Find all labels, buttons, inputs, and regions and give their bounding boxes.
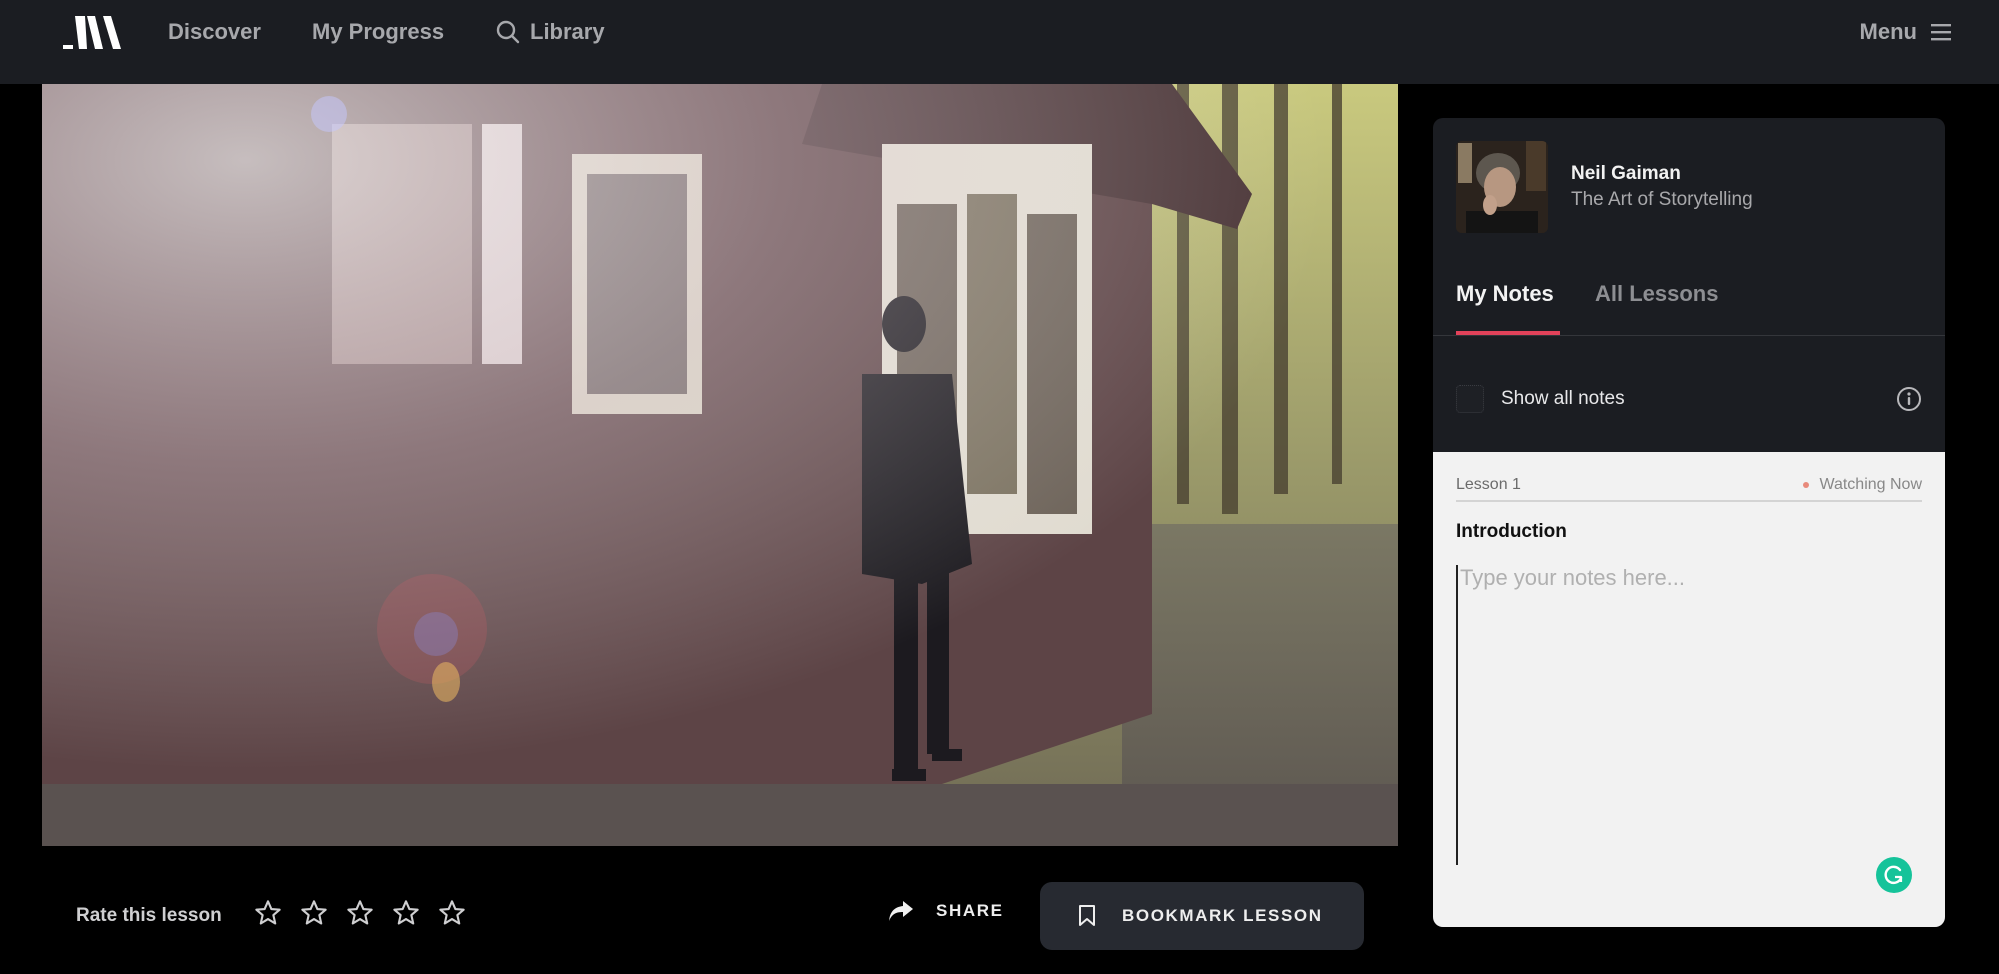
star-icon[interactable] (254, 899, 282, 927)
tab-my-notes[interactable]: My Notes (1456, 281, 1554, 307)
nav-library[interactable]: Library (496, 18, 605, 46)
star-icon[interactable] (300, 899, 328, 927)
info-icon[interactable] (1896, 386, 1922, 412)
show-all-notes-label: Show all notes (1501, 388, 1625, 409)
masterclass-logo-icon[interactable] (63, 14, 125, 50)
top-navigation: Discover My Progress Library Menu (0, 0, 1999, 84)
bookmark-lesson-button[interactable]: BOOKMARK LESSON (1040, 882, 1364, 950)
share-button[interactable]: SHARE (888, 900, 1004, 922)
star-icon[interactable] (438, 899, 466, 927)
status-dot-icon (1803, 482, 1810, 488)
tab-all-lessons[interactable]: All Lessons (1595, 281, 1718, 307)
nav-discover[interactable]: Discover (168, 18, 261, 46)
watching-now-label: Watching Now (1819, 476, 1922, 493)
rate-lesson-label: Rate this lesson (76, 905, 222, 926)
nav-library-label: Library (530, 19, 605, 44)
video-frame (42, 84, 1398, 846)
grammarly-button[interactable] (1876, 857, 1912, 893)
bookmark-icon (1079, 905, 1095, 926)
watching-now-status: Watching Now (1803, 476, 1922, 494)
star-icon[interactable] (392, 899, 420, 927)
star-rating[interactable] (254, 899, 466, 927)
course-title: The Art of Storytelling (1571, 189, 1753, 210)
search-icon (496, 20, 520, 44)
active-tab-indicator (1456, 331, 1560, 335)
show-all-notes-toggle[interactable]: Show all notes (1456, 385, 1625, 413)
lesson-number: Lesson 1 (1456, 476, 1521, 493)
show-all-notes-checkbox[interactable] (1456, 385, 1484, 413)
lesson-title: Introduction (1456, 521, 1567, 542)
menu-label: Menu (1859, 19, 1917, 44)
notes-editor: Lesson 1 Watching Now Introduction (1433, 452, 1945, 927)
notes-input[interactable] (1456, 565, 1922, 865)
grammarly-icon (1884, 865, 1903, 885)
instructor-name[interactable]: Neil Gaiman (1571, 163, 1681, 185)
hamburger-icon (1931, 24, 1951, 41)
notes-panel: Neil Gaiman The Art of Storytelling My N… (1433, 118, 1945, 927)
nav-my-progress[interactable]: My Progress (312, 18, 444, 46)
menu-button[interactable]: Menu (1860, 18, 1951, 46)
video-player[interactable] (42, 84, 1398, 846)
tabs-divider (1433, 335, 1945, 336)
share-label: SHARE (936, 901, 1004, 920)
lesson-header: Lesson 1 Watching Now (1456, 476, 1922, 502)
share-arrow-icon (889, 901, 913, 921)
instructor-photo (1456, 141, 1548, 233)
instructor-avatar (1456, 141, 1548, 233)
star-icon[interactable] (346, 899, 374, 927)
bookmark-label: BOOKMARK LESSON (1122, 906, 1323, 925)
